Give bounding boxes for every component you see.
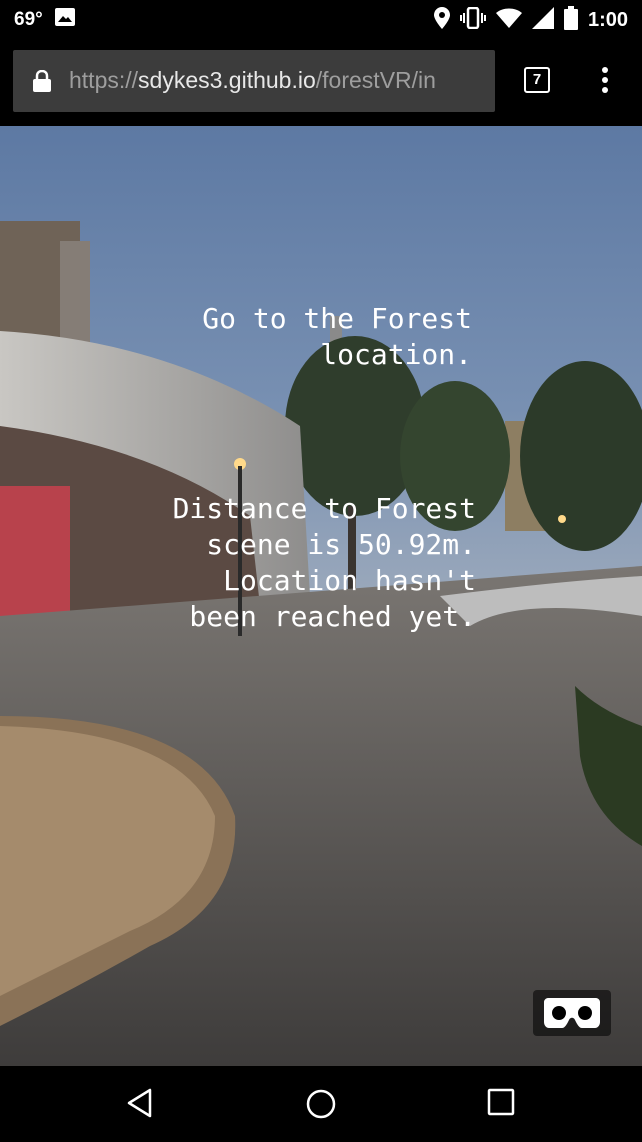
- vibrate-icon: [459, 6, 486, 34]
- image-icon: [54, 8, 75, 31]
- clock: 1:00: [587, 9, 628, 31]
- battery-icon: [563, 6, 578, 35]
- browser-toolbar: https://sdykes3.github.io/forestVR/in 7: [0, 40, 642, 126]
- url-path: /forestVR/in: [315, 67, 436, 93]
- url-scheme: https://: [69, 67, 139, 93]
- temperature-indicator: 69°: [14, 8, 43, 30]
- status-left: 69°: [14, 8, 75, 31]
- cardboard-icon: [544, 998, 600, 1028]
- address-bar[interactable]: https://sdykes3.github.io/forestVR/in: [13, 50, 495, 112]
- back-icon[interactable]: [126, 1088, 154, 1123]
- navigation-bar: [0, 1066, 642, 1142]
- vr-scene[interactable]: Go to the Forest location. Distance to F…: [0, 126, 642, 1066]
- distance-message: Distance to Forest scene is 50.92m. Loca…: [172, 492, 476, 633]
- url-host: sdykes3.github.io: [138, 67, 316, 93]
- status-right: 1:00: [433, 6, 628, 35]
- signal-icon: [531, 7, 554, 34]
- status-bar: 69° 1:00: [0, 0, 642, 40]
- location-icon: [433, 7, 450, 34]
- recents-icon[interactable]: [487, 1088, 515, 1121]
- wifi-icon: [495, 8, 522, 33]
- vr-mode-button[interactable]: [533, 990, 611, 1036]
- url-text[interactable]: https://sdykes3.github.io/forestVR/in: [69, 67, 436, 94]
- location-heading: Go to the Forest location.: [202, 302, 472, 371]
- lock-icon: [33, 69, 51, 97]
- overflow-menu-icon[interactable]: [595, 67, 615, 97]
- tab-switcher-button[interactable]: 7: [524, 67, 550, 93]
- home-icon[interactable]: [305, 1088, 337, 1125]
